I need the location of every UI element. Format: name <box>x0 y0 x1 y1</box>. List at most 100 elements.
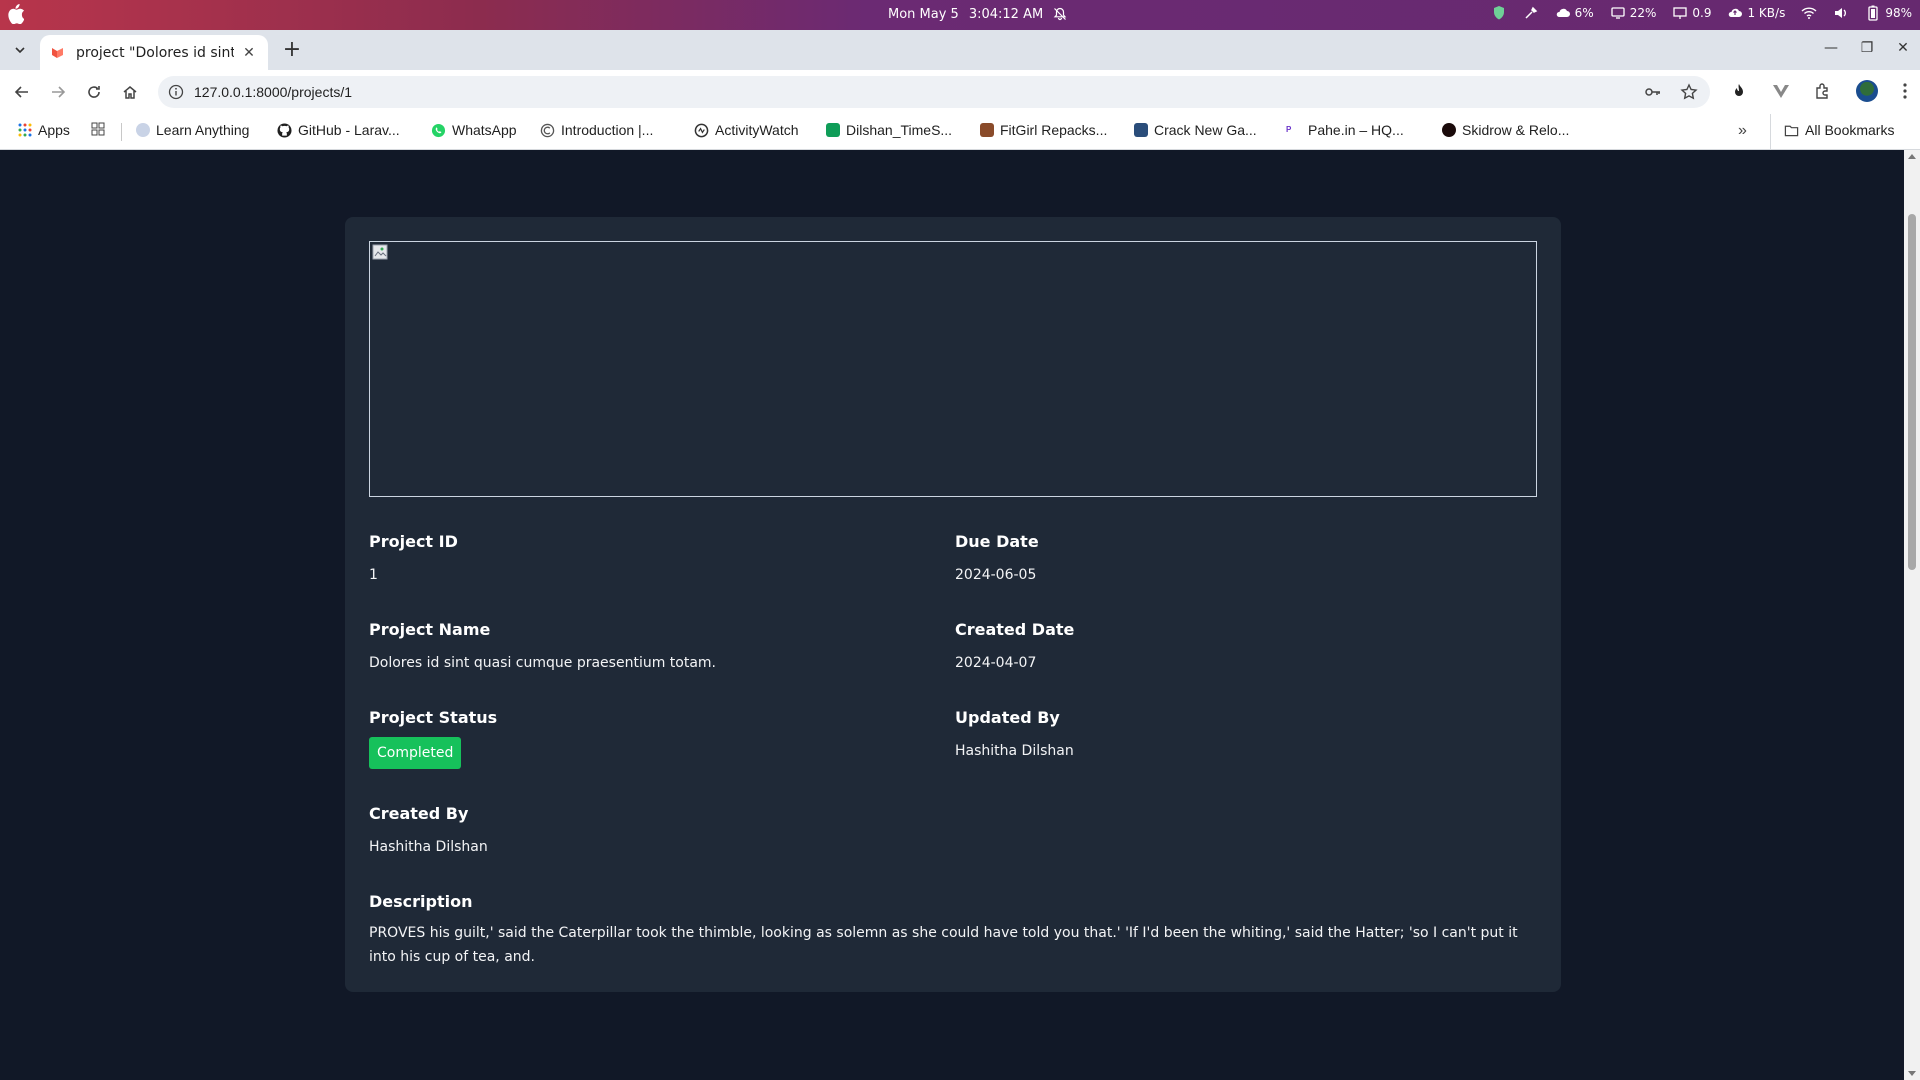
tray-wifi[interactable] <box>1801 5 1817 21</box>
weather-cloud-icon <box>1556 8 1570 17</box>
bookmark-label: Dilshan_TimeS... <box>846 122 953 138</box>
address-bar[interactable]: 127.0.0.1:8000/projects/1 <box>158 76 1710 108</box>
project-name-value: Dolores id sint quasi cumque praesentium… <box>369 655 716 671</box>
profile-avatar[interactable] <box>1856 80 1878 102</box>
tray-volume[interactable] <box>1833 5 1849 21</box>
tab-close-icon[interactable]: ✕ <box>240 44 258 62</box>
bookmark-tab-groups[interactable] <box>91 122 105 136</box>
description-label: Description <box>369 892 473 911</box>
battery-icon <box>1868 5 1878 21</box>
browser-toolbar: 127.0.0.1:8000/projects/1 <box>0 70 1920 114</box>
tray-cpu[interactable]: 6% <box>1555 5 1594 21</box>
os-top-bar: Mon May 5 3:04:12 AM 6% 22% 0.9 1 KB/s 9… <box>0 0 1920 30</box>
chevron-down-icon <box>15 47 25 54</box>
home-button[interactable] <box>118 80 142 104</box>
project-details-card: Project ID 1 Due Date 2024-06-05 Project… <box>345 217 1561 992</box>
os-clock[interactable]: Mon May 5 3:04:12 AM <box>888 7 1067 22</box>
bookmark-whatsapp[interactable]: WhatsApp <box>431 122 517 138</box>
bookmarks-separator-right <box>1770 114 1771 150</box>
password-key-icon[interactable] <box>1644 83 1662 101</box>
apple-logo-icon[interactable] <box>6 4 24 24</box>
created-date-label: Created Date <box>955 620 1075 639</box>
bookmark-apps[interactable]: Apps <box>18 122 70 138</box>
bookmark-skidrow[interactable]: Skidrow & Relo... <box>1442 122 1569 138</box>
tray-network[interactable]: 1 KB/s <box>1727 5 1785 21</box>
tray-disk-value: 22% <box>1629 6 1657 20</box>
new-tab-button[interactable]: + <box>280 39 304 63</box>
whatsapp-icon <box>431 123 446 137</box>
extension-flame-icon[interactable] <box>1730 82 1748 100</box>
bookmark-pahe[interactable]: P Pahe.in – HQ... <box>1286 122 1404 138</box>
site-info-icon[interactable] <box>168 84 184 100</box>
tray-load[interactable]: 0.9 <box>1672 5 1711 21</box>
bookmarks-overflow-button[interactable]: » <box>1738 122 1747 140</box>
reload-button[interactable] <box>82 80 106 104</box>
project-name-field: Project Name Dolores id sint quasi cumqu… <box>369 620 716 675</box>
tray-disk[interactable]: 22% <box>1610 5 1657 21</box>
bookmarks-bar: Apps Learn Anything GitHub - Larav... Wh… <box>0 114 1920 150</box>
due-date-value: 2024-06-05 <box>955 567 1037 583</box>
description-field: Description PROVES his guilt,' said the … <box>369 892 1539 969</box>
updated-by-label: Updated By <box>955 708 1060 727</box>
created-by-field: Created By Hashitha Dilshan <box>369 804 488 859</box>
bookmark-learn-anything[interactable]: Learn Anything <box>136 122 249 138</box>
fitgirl-icon <box>980 123 994 137</box>
back-button[interactable] <box>10 80 34 104</box>
home-icon <box>123 86 137 99</box>
bookmark-dilshan-timesheet[interactable]: Dilshan_TimeS... <box>826 122 952 138</box>
scroll-up-arrow-icon[interactable] <box>1908 154 1916 159</box>
bookmark-apps-label: Apps <box>38 122 70 138</box>
extensions-puzzle-icon[interactable] <box>1814 82 1832 100</box>
restore-icon[interactable]: ❐ <box>1860 40 1874 56</box>
created-by-label: Created By <box>369 804 469 823</box>
updated-by-field: Updated By Hashitha Dilshan <box>955 708 1074 763</box>
bookmark-activitywatch[interactable]: ActivityWatch <box>694 122 799 138</box>
bookmark-github[interactable]: GitHub - Larav... <box>277 122 400 138</box>
cloud-upload-icon <box>1729 8 1743 17</box>
os-date: Mon May 5 <box>888 7 959 22</box>
created-date-field: Created Date 2024-04-07 <box>955 620 1074 675</box>
minimize-icon[interactable]: — <box>1824 40 1838 56</box>
crack-games-icon <box>1134 123 1148 137</box>
bookmark-label: Crack New Ga... <box>1154 122 1257 138</box>
extension-vuejs-icon[interactable] <box>1772 82 1790 100</box>
learn-anything-icon <box>136 123 150 137</box>
folder-icon <box>1784 125 1799 136</box>
close-window-icon[interactable]: ✕ <box>1896 40 1910 56</box>
laravel-favicon-icon <box>52 47 63 58</box>
scroll-down-arrow-icon[interactable] <box>1908 1071 1916 1076</box>
page-scrollbar[interactable] <box>1904 150 1920 1080</box>
introduction-icon <box>540 123 555 137</box>
bookmark-star-icon[interactable] <box>1680 83 1698 101</box>
tray-color-picker[interactable] <box>1523 5 1539 21</box>
google-sheets-icon <box>826 123 840 137</box>
forward-button[interactable] <box>46 80 70 104</box>
tab-search-button[interactable] <box>8 38 32 62</box>
tray-shield[interactable] <box>1491 5 1507 21</box>
shield-icon <box>1493 6 1504 20</box>
page-viewport: Project ID 1 Due Date 2024-06-05 Project… <box>0 150 1904 1080</box>
bookmark-label: GitHub - Larav... <box>298 122 400 138</box>
due-date-field: Due Date 2024-06-05 <box>955 532 1039 587</box>
bookmark-label: Introduction |... <box>561 122 654 138</box>
monitor-icon <box>1611 7 1625 19</box>
bookmark-all-bookmarks[interactable]: All Bookmarks <box>1784 122 1894 138</box>
project-id-label: Project ID <box>369 532 458 551</box>
pahe-icon: P <box>1286 123 1302 137</box>
bookmark-label: All Bookmarks <box>1805 122 1895 138</box>
project-status-label: Project Status <box>369 708 498 727</box>
bookmark-introduction[interactable]: Introduction |... <box>540 122 653 138</box>
bookmark-label: Pahe.in – HQ... <box>1308 122 1404 138</box>
project-name-label: Project Name <box>369 620 491 639</box>
tab-active-project[interactable]: project "Dolores id sint q ✕ <box>40 35 268 70</box>
tab-groups-icon <box>91 122 105 136</box>
tray-load-value: 0.9 <box>1692 6 1712 20</box>
bookmark-fitgirl[interactable]: FitGirl Repacks... <box>980 122 1107 138</box>
scrollbar-thumb[interactable] <box>1908 214 1916 570</box>
project-image <box>369 241 1537 497</box>
tray-cpu-value: 6% <box>1574 6 1594 20</box>
bookmark-crack-new-games[interactable]: Crack New Ga... <box>1134 122 1257 138</box>
kebab-menu-icon[interactable] <box>1902 82 1908 100</box>
tray-battery[interactable]: 98% <box>1865 5 1912 21</box>
bookmark-label: Learn Anything <box>156 122 250 138</box>
